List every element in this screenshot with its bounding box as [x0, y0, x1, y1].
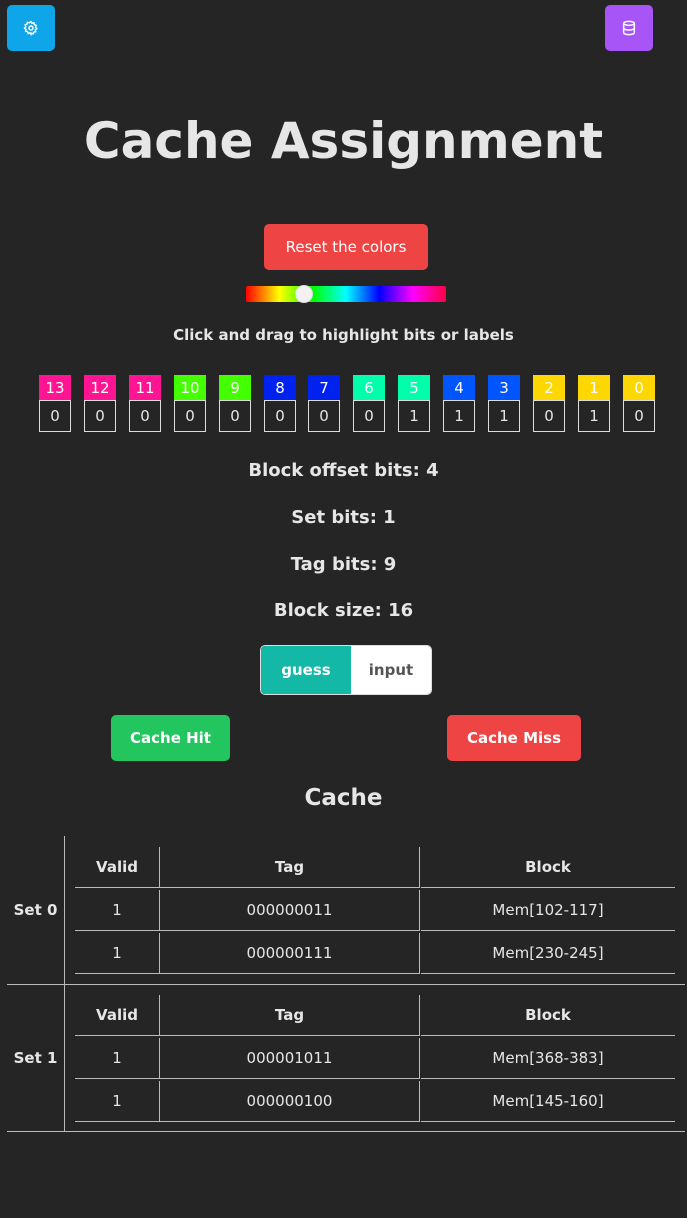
bit-label[interactable]: 13 [39, 375, 71, 400]
cell-block: Mem[230-245] [421, 933, 675, 974]
bit-label[interactable]: 3 [488, 375, 520, 400]
bit-cell[interactable]: 31 [488, 375, 520, 432]
bit-cell[interactable]: 12 0 [84, 375, 116, 432]
cell-block: Mem[102-117] [421, 890, 675, 931]
bit-value[interactable]: 1 [443, 400, 475, 432]
bit-cell[interactable]: 90 [219, 375, 251, 432]
header-block: Block [421, 995, 675, 1036]
settings-button[interactable] [7, 5, 55, 51]
set-bits: Set bits: 1 [291, 507, 396, 528]
bit-value[interactable]: 0 [308, 400, 340, 432]
bit-cell[interactable]: 11 [578, 375, 610, 432]
bit-value[interactable]: 0 [353, 400, 385, 432]
bit-cell[interactable]: 70 [308, 375, 340, 432]
cell-valid: 1 [75, 933, 160, 974]
hue-slider[interactable] [246, 285, 446, 303]
cell-tag: 000001011 [160, 1038, 420, 1079]
header-tag: Tag [160, 847, 420, 888]
mode-toggle: guess input [260, 645, 432, 695]
bit-value[interactable]: 0 [174, 400, 206, 432]
cache-set: Set 1 Valid Tag Block 1 000001011 Mem[36… [7, 984, 685, 1132]
cell-tag: 000000011 [160, 890, 420, 931]
bit-label[interactable]: 6 [353, 375, 385, 400]
bit-cell[interactable]: 51 [398, 375, 430, 432]
gear-icon [23, 20, 38, 36]
bit-label[interactable]: 0 [623, 375, 655, 400]
cell-block: Mem[368-383] [421, 1038, 675, 1079]
mode-guess-button[interactable]: guess [261, 646, 351, 694]
database-button[interactable] [605, 5, 653, 51]
tag-bits: Tag bits: 9 [290, 554, 397, 575]
bit-value[interactable]: 0 [219, 400, 251, 432]
bit-cell[interactable]: 20 [533, 375, 565, 432]
set-label: Set 0 [7, 836, 65, 984]
header-valid: Valid [75, 995, 160, 1036]
cell-valid: 1 [75, 890, 160, 931]
page-title: Cache Assignment [83, 112, 604, 170]
bit-label[interactable]: 5 [398, 375, 430, 400]
block-offset-bits: Block offset bits: 4 [248, 460, 439, 481]
cell-block: Mem[145-160] [421, 1081, 675, 1122]
instructions-text: Click and drag to highlight bits or labe… [173, 326, 514, 344]
bit-cell[interactable]: 00 [623, 375, 655, 432]
bit-label[interactable]: 12 [84, 375, 116, 400]
address-bits: 13 0 12 0 11 0 10 0 9 0 8 0 7 0 6 0 5 1 4 1 3 1 2 0 1 1 0 0 [39, 375, 659, 433]
cell-tag: 000000111 [160, 933, 420, 974]
bit-cell[interactable]: 13 0 [39, 375, 71, 432]
bit-value[interactable]: 1 [488, 400, 520, 432]
bit-cell[interactable]: 10 0 [174, 375, 206, 432]
bit-value[interactable]: 1 [398, 400, 430, 432]
cache-hit-button[interactable]: Cache Hit [111, 715, 230, 761]
bit-label[interactable]: 7 [308, 375, 340, 400]
hue-slider-thumb[interactable] [295, 285, 313, 303]
block-size: Block size: 16 [273, 600, 414, 621]
mode-input-button[interactable]: input [351, 646, 431, 694]
header-block: Block [421, 847, 675, 888]
bit-label[interactable]: 9 [219, 375, 251, 400]
bit-value[interactable]: 0 [623, 400, 655, 432]
database-icon [622, 20, 636, 36]
bit-cell[interactable]: 41 [443, 375, 475, 432]
header-valid: Valid [75, 847, 160, 888]
reset-colors-button[interactable]: Reset the colors [264, 224, 428, 270]
bit-cell[interactable]: 80 [264, 375, 296, 432]
bit-label[interactable]: 8 [264, 375, 296, 400]
bit-value[interactable]: 0 [533, 400, 565, 432]
bit-cell[interactable]: 60 [353, 375, 385, 432]
bit-value[interactable]: 0 [129, 400, 161, 432]
bit-value[interactable]: 0 [84, 400, 116, 432]
bit-value[interactable]: 0 [264, 400, 296, 432]
bit-label[interactable]: 1 [578, 375, 610, 400]
bit-label[interactable]: 10 [174, 375, 206, 400]
cell-valid: 1 [75, 1038, 160, 1079]
bit-label[interactable]: 11 [129, 375, 161, 400]
bit-label[interactable]: 2 [533, 375, 565, 400]
cell-tag: 000000100 [160, 1081, 420, 1122]
cache-set: Set 0 Valid Tag Block 1 000000011 Mem[10… [7, 836, 685, 984]
bit-value[interactable]: 1 [578, 400, 610, 432]
header-tag: Tag [160, 995, 420, 1036]
bit-cell[interactable]: 11 0 [129, 375, 161, 432]
cache-title: Cache [304, 785, 383, 811]
bit-value[interactable]: 0 [39, 400, 71, 432]
bit-label[interactable]: 4 [443, 375, 475, 400]
set-label: Set 1 [7, 985, 65, 1131]
cell-valid: 1 [75, 1081, 160, 1122]
cache-miss-button[interactable]: Cache Miss [447, 715, 581, 761]
